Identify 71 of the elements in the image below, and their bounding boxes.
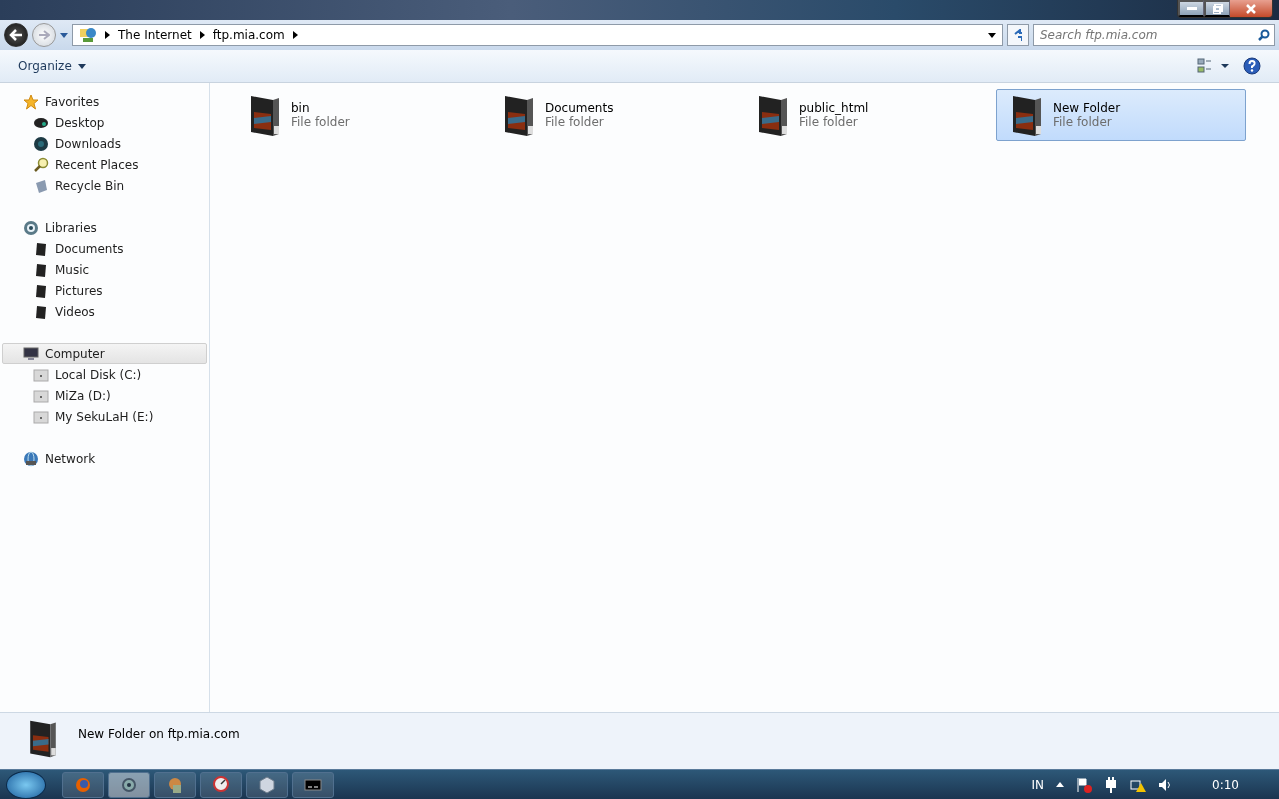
nav-item[interactable]: Videos <box>2 301 207 322</box>
restore-icon <box>1212 3 1223 14</box>
plug-icon[interactable] <box>1104 776 1119 793</box>
nav-item[interactable]: Documents <box>2 238 207 259</box>
explorer-icon <box>120 775 138 794</box>
nav-item[interactable]: Recycle Bin <box>2 175 207 196</box>
refresh-button[interactable] <box>1007 24 1029 46</box>
nav-item[interactable]: Favorites <box>2 91 207 112</box>
help-icon[interactable] <box>1243 57 1261 75</box>
firefox-icon <box>74 775 92 794</box>
box-icon <box>258 775 276 794</box>
back-button[interactable] <box>4 23 28 47</box>
search-icon <box>1258 29 1270 41</box>
restore-button[interactable] <box>1204 0 1230 17</box>
monitor-icon <box>23 345 39 362</box>
start-button[interactable] <box>6 770 46 799</box>
taskbar-button[interactable] <box>200 771 242 798</box>
taskbar-button[interactable] <box>246 771 288 798</box>
book-icon <box>33 303 49 320</box>
nav-item[interactable]: Libraries <box>2 217 207 238</box>
star-icon <box>23 93 39 110</box>
gauge-icon <box>212 775 230 794</box>
search-field[interactable]: Search ftp.mia.com <box>1033 24 1275 46</box>
nav-item[interactable]: Network <box>2 448 207 469</box>
folder-item[interactable]: public_html File folder <box>742 89 992 141</box>
organize-button[interactable]: Organize <box>18 55 86 77</box>
breadcrumb[interactable]: The Internet <box>118 28 192 42</box>
ring-icon <box>23 219 39 236</box>
address-bar[interactable]: The Internet ftp.mia.com <box>72 24 1003 46</box>
nav-item[interactable]: Recent Places <box>2 154 207 175</box>
forward-arrow-icon <box>38 30 50 40</box>
nav-item[interactable]: My SekuLaH (E:) <box>2 406 207 427</box>
nav-item[interactable]: Downloads <box>2 133 207 154</box>
minimize-button[interactable] <box>1178 0 1204 17</box>
speaker-icon[interactable] <box>1158 777 1173 792</box>
nav-item[interactable]: Desktop <box>2 112 207 133</box>
language-indicator[interactable]: IN <box>1031 777 1045 792</box>
up-arrow-icon[interactable] <box>1056 782 1065 787</box>
details-text: New Folder on ftp.mia.com <box>78 727 240 741</box>
chevron-icon <box>199 31 205 39</box>
network-icon <box>79 27 97 43</box>
nav-item[interactable]: Computer <box>2 343 207 364</box>
taskbar-button[interactable] <box>154 771 196 798</box>
breadcrumb[interactable]: ftp.mia.com <box>212 28 285 42</box>
folder-item[interactable]: Documents File folder <box>488 89 738 141</box>
clock[interactable]: 0:10 <box>1212 777 1239 792</box>
dropdown-icon[interactable] <box>988 32 996 38</box>
close-button[interactable] <box>1230 0 1272 17</box>
chevron-icon <box>105 31 110 39</box>
back-arrow-icon <box>9 29 23 41</box>
view-options-icon[interactable] <box>1197 58 1229 74</box>
nav-item[interactable]: Local Disk (C:) <box>2 364 207 385</box>
flag-icon[interactable] <box>1076 776 1093 793</box>
nav-item[interactable]: MiZa (D:) <box>2 385 207 406</box>
caret-icon <box>77 63 86 69</box>
refresh-icon <box>1014 29 1022 41</box>
chevron-icon <box>292 31 298 39</box>
book-icon <box>33 261 49 278</box>
network-icon <box>23 450 39 467</box>
minimize-icon <box>1186 6 1197 11</box>
nav-item[interactable]: Music <box>2 259 207 280</box>
book-icon <box>33 240 49 257</box>
taskbar-button[interactable] <box>292 771 334 798</box>
folder-item[interactable]: New Folder File folder <box>996 89 1246 141</box>
folder-item[interactable]: bin File folder <box>234 89 484 141</box>
magnifier-icon <box>33 156 49 173</box>
close-icon <box>1246 3 1256 14</box>
taskbar-button[interactable] <box>108 771 150 798</box>
nav-item[interactable]: Pictures <box>2 280 207 301</box>
globe-icon <box>33 135 49 152</box>
book-icon <box>33 282 49 299</box>
